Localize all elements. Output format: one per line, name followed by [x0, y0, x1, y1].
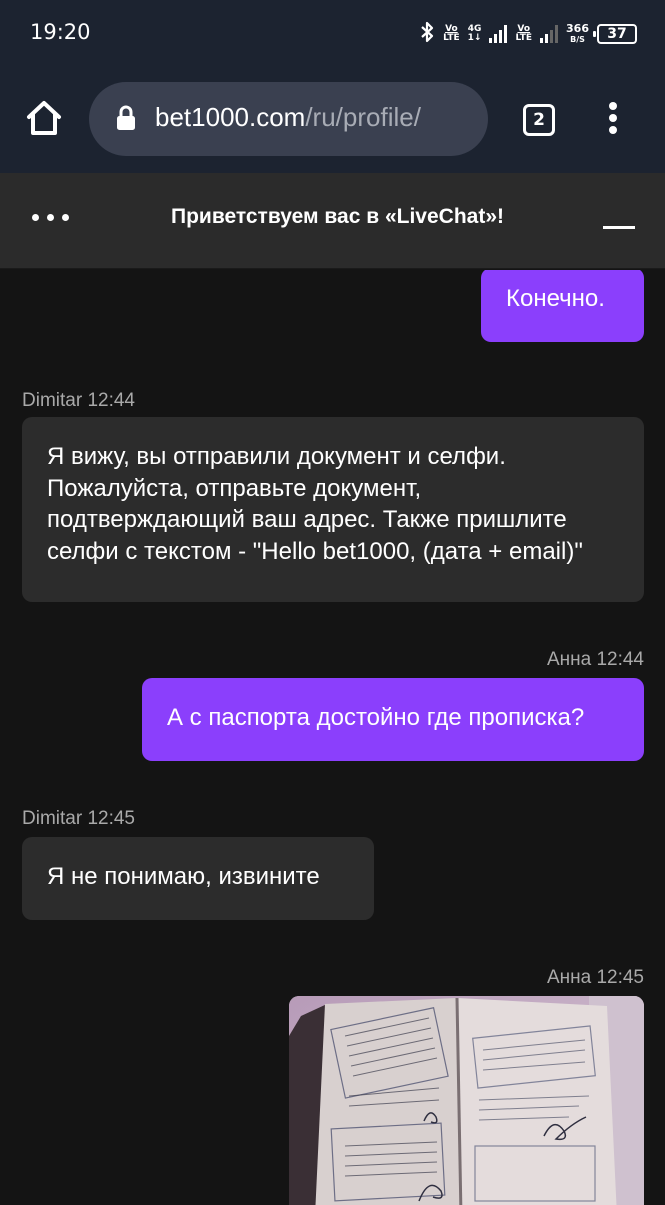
browser-toolbar: bet1000.com/ru/profile/ 2 [0, 70, 665, 173]
battery-icon: 37 [593, 24, 637, 44]
message-meta: Dimitar 12:44 [22, 390, 135, 412]
chat-header: Приветствуем вас в «LiveChat»! [0, 173, 665, 269]
message-text: А с паспорта достойно где прописка? [167, 704, 585, 731]
sender-time: Dimitar 12:45 [22, 808, 135, 829]
signal-icon [489, 25, 508, 43]
message-text: Я вижу, вы отправили документ и селфи. П… [47, 443, 583, 565]
home-icon [27, 101, 61, 135]
message-bubble-outgoing: Конечно. [481, 270, 644, 342]
url-text: bet1000.com/ru/profile/ [155, 102, 421, 133]
message-meta: Анна 12:45 [547, 967, 644, 989]
chat-title: Приветствуем вас в «LiveChat»! [170, 205, 504, 228]
bluetooth-icon [419, 21, 435, 48]
network-speed: 366 B/S [566, 22, 589, 44]
passport-photo-attachment[interactable] [289, 996, 644, 1205]
sender-time: Анна 12:45 [546, 967, 644, 988]
message-bubble-incoming: Я не понимаю, извините [22, 837, 374, 920]
minimize-chat-button[interactable] [603, 226, 635, 229]
home-button[interactable] [24, 98, 64, 138]
passport-image [289, 996, 644, 1205]
message-text: Конечно. [506, 285, 605, 312]
menu-button[interactable] [603, 98, 623, 138]
address-bar[interactable]: bet1000.com/ru/profile/ [89, 82, 488, 156]
url-path: /ru/profile/ [305, 102, 421, 132]
lock-icon [117, 105, 135, 130]
signal-icon-2 [540, 25, 559, 43]
status-bar: 19:20 Vo LTE 4G 1↓ Vo LTE 366 B/S 37 [0, 0, 665, 70]
status-time: 19:20 [30, 20, 91, 44]
volte-icon: Vo LTE [443, 24, 460, 43]
message-bubble-outgoing: А с паспорта достойно где прописка? [142, 678, 644, 761]
sender-time: Dimitar 12:44 [22, 390, 135, 411]
sender-time: Анна 12:44 [546, 649, 644, 670]
message-bubble-incoming: Я вижу, вы отправили документ и селфи. П… [22, 417, 644, 602]
more-vertical-icon [609, 102, 617, 134]
url-host: bet1000.com [155, 102, 306, 132]
message-meta: Анна 12:44 [547, 649, 644, 671]
volte-icon-2: Vo LTE [515, 24, 533, 43]
message-meta: Dimitar 12:45 [22, 808, 135, 830]
message-text: Я не понимаю, извините [47, 863, 320, 890]
tabs-button[interactable]: 2 [523, 104, 555, 136]
chat-messages[interactable]: Конечно. Dimitar 12:44 Я вижу, вы отправ… [0, 270, 665, 1205]
status-icons: Vo LTE 4G 1↓ Vo LTE 366 B/S 37 [419, 20, 637, 48]
network-4g-icon: 4G 1↓ [467, 24, 482, 43]
